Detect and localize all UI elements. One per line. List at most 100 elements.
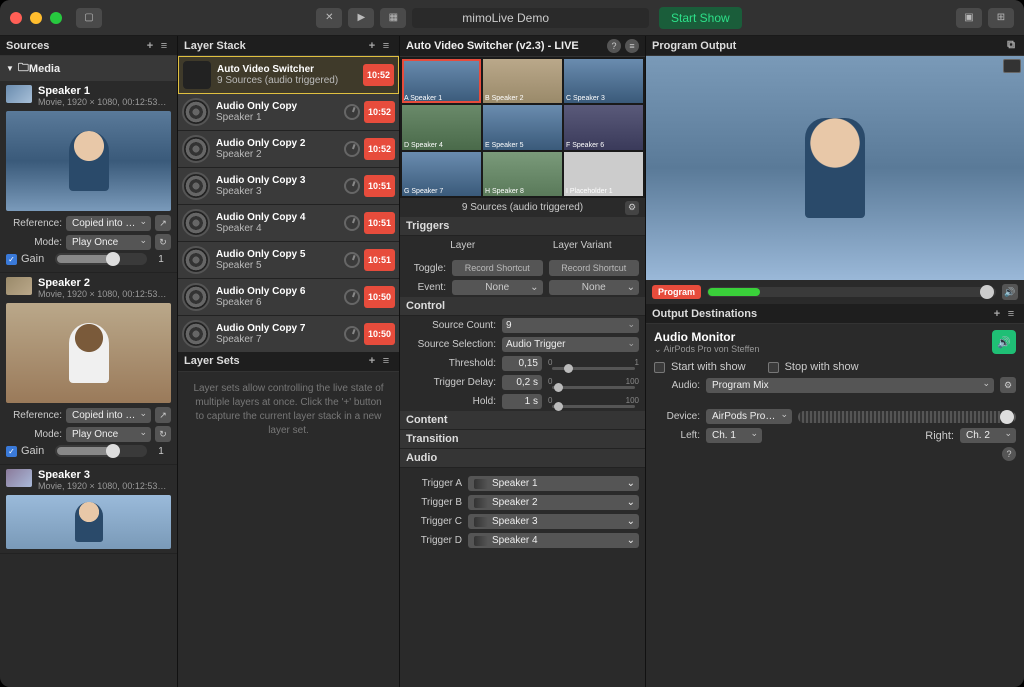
live-badge[interactable]: 10:51 — [364, 175, 395, 197]
gain-slider[interactable] — [55, 253, 147, 265]
live-badge[interactable]: 10:50 — [364, 323, 395, 345]
audio-mute-button[interactable]: 🔊 — [1002, 284, 1018, 300]
layer-item[interactable]: Audio Only Copy 2Speaker 2 10:52 — [178, 131, 399, 168]
source-count-select[interactable]: 9 — [502, 318, 639, 333]
mode-select[interactable]: Play Once — [66, 235, 151, 250]
layers-add-button[interactable]: + — [365, 40, 379, 52]
audio-monitor-device: AirPods Pro von Steffen — [664, 344, 760, 354]
loop-button[interactable]: ↻ — [155, 234, 171, 250]
live-badge[interactable]: 10:51 — [364, 249, 395, 271]
layer-item-avs[interactable]: Auto Video Switcher 9 Sources (audio tri… — [178, 56, 399, 94]
threshold-input[interactable]: 0,15 — [502, 356, 542, 371]
grid-cell[interactable]: G Speaker 7 — [402, 152, 481, 196]
trigger-d-select[interactable]: Speaker 4 — [468, 533, 639, 548]
layer-sets-menu-button[interactable]: ≡ — [379, 355, 393, 367]
audio-settings-button[interactable]: ⚙ — [1000, 377, 1016, 393]
grid-cell[interactable]: E Speaker 5 — [483, 105, 562, 149]
sources-menu-button[interactable]: ≡ — [157, 40, 171, 52]
trigger-delay-slider[interactable] — [552, 386, 635, 389]
media-folder[interactable]: ▼ 🗀 Media — [0, 56, 177, 81]
grid-cell[interactable]: F Speaker 6 — [564, 105, 643, 149]
event-select[interactable]: None — [452, 280, 543, 295]
grid-cell[interactable]: I Placeholder 1 — [564, 152, 643, 196]
help-button[interactable]: ? — [1002, 447, 1016, 461]
audio-monitor-toggle[interactable]: 🔊 — [992, 330, 1016, 354]
live-badge[interactable]: 10:52 — [364, 101, 395, 123]
scale-min: 0 — [548, 396, 552, 405]
start-with-show-checkbox[interactable] — [654, 362, 665, 373]
gear-icon[interactable]: ⚙ — [625, 201, 639, 215]
grid-cell[interactable]: B Speaker 2 — [483, 59, 562, 103]
record-shortcut-button[interactable]: Record Shortcut — [452, 260, 543, 276]
destinations-add-button[interactable]: + — [990, 308, 1004, 320]
right-channel-select[interactable]: Ch. 2 — [960, 428, 1016, 443]
live-badge[interactable]: 10:51 — [364, 212, 395, 234]
loop-button[interactable]: ↻ — [155, 426, 171, 442]
close-button[interactable] — [10, 12, 22, 24]
reveal-button[interactable]: ↗ — [155, 407, 171, 423]
gain-checkbox[interactable]: ✓ — [6, 254, 17, 265]
trigger-c-select[interactable]: Speaker 3 — [468, 514, 639, 529]
grid-cell[interactable]: C Speaker 3 — [564, 59, 643, 103]
audio-section[interactable]: Audio — [400, 449, 645, 468]
trigger-a-select[interactable]: Speaker 1 — [468, 476, 639, 491]
live-badge[interactable]: 10:50 — [364, 286, 395, 308]
layer-sets-add-button[interactable]: + — [365, 355, 379, 367]
sidebar-toggle-icon[interactable]: ▢ — [76, 8, 102, 28]
live-badge[interactable]: 10:52 — [363, 64, 394, 86]
layer-item[interactable]: Audio Only CopySpeaker 1 10:52 — [178, 94, 399, 131]
layers-menu-button[interactable]: ≡ — [379, 40, 393, 52]
destinations-menu-button[interactable]: ≡ — [1004, 308, 1018, 320]
minimize-button[interactable] — [30, 12, 42, 24]
grid-cell[interactable]: H Speaker 8 — [483, 152, 562, 196]
event-select[interactable]: None — [549, 280, 640, 295]
device-volume-slider[interactable] — [798, 411, 1016, 423]
layer-item[interactable]: Audio Only Copy 3Speaker 3 10:51 — [178, 168, 399, 205]
layer-item[interactable]: Audio Only Copy 6Speaker 6 10:50 — [178, 279, 399, 316]
threshold-slider[interactable] — [552, 367, 635, 370]
hold-slider[interactable] — [552, 405, 635, 408]
gain-slider[interactable] — [55, 445, 147, 457]
source-item[interactable]: Speaker 1 Movie, 1920 × 1080, 00:12:53… … — [0, 81, 177, 273]
audio-mix-select[interactable]: Program Mix — [706, 378, 994, 393]
toolbar-right-1[interactable]: ▣ — [956, 8, 982, 28]
left-channel-select[interactable]: Ch. 1 — [706, 428, 762, 443]
layer-subtitle: Speaker 1 — [216, 112, 344, 123]
record-shortcut-button[interactable]: Record Shortcut — [549, 260, 640, 276]
inspector-menu-button[interactable]: ≡ — [625, 39, 639, 53]
trigger-delay-input[interactable]: 0,2 s — [502, 375, 542, 390]
live-badge[interactable]: 10:52 — [364, 138, 395, 160]
source-item[interactable]: Speaker 2 Movie, 1920 × 1080, 00:12:53… … — [0, 273, 177, 465]
help-button[interactable]: ? — [607, 39, 621, 53]
pip-icon[interactable] — [1003, 59, 1021, 73]
reveal-button[interactable]: ↗ — [155, 215, 171, 231]
gain-checkbox[interactable]: ✓ — [6, 446, 17, 457]
grid-cell[interactable]: A Speaker 1 — [402, 59, 481, 103]
layer-item[interactable]: Audio Only Copy 5Speaker 5 10:51 — [178, 242, 399, 279]
source-item[interactable]: Speaker 3 Movie, 1920 × 1080, 00:12:53… — [0, 465, 177, 554]
reference-select[interactable]: Copied into Docu… — [66, 216, 151, 231]
document-title[interactable]: mimoLive Demo — [412, 8, 649, 28]
source-selection-select[interactable]: Audio Trigger — [502, 337, 639, 352]
content-section[interactable]: Content — [400, 411, 645, 430]
trigger-b-select[interactable]: Speaker 2 — [468, 495, 639, 510]
device-select[interactable]: AirPods Pro… — [706, 409, 792, 424]
mode-select[interactable]: Play Once — [66, 427, 151, 442]
reference-select[interactable]: Copied into Docu… — [66, 408, 151, 423]
hold-input[interactable]: 1 s — [502, 394, 542, 409]
layer-item[interactable]: Audio Only Copy 4Speaker 4 10:51 — [178, 205, 399, 242]
transition-section[interactable]: Transition — [400, 430, 645, 449]
grid-footer: 9 Sources (audio triggered) ⚙ — [400, 198, 645, 217]
start-show-button[interactable]: Start Show — [659, 7, 742, 29]
sources-add-button[interactable]: + — [143, 40, 157, 52]
layer-item[interactable]: Audio Only Copy 7Speaker 7 10:50 — [178, 316, 399, 352]
stop-with-show-checkbox[interactable] — [768, 362, 779, 373]
output-popout-button[interactable]: ⧉ — [1004, 39, 1018, 52]
toolbar-button-2[interactable]: ▶ — [348, 8, 374, 28]
toolbar-button-3[interactable]: ▦ — [380, 8, 406, 28]
grid-cell[interactable]: D Speaker 4 — [402, 105, 481, 149]
toolbar-button-1[interactable]: ✕ — [316, 8, 342, 28]
toolbar-right-2[interactable]: ⊞ — [988, 8, 1014, 28]
program-audio-slider[interactable] — [707, 287, 996, 297]
zoom-button[interactable] — [50, 12, 62, 24]
